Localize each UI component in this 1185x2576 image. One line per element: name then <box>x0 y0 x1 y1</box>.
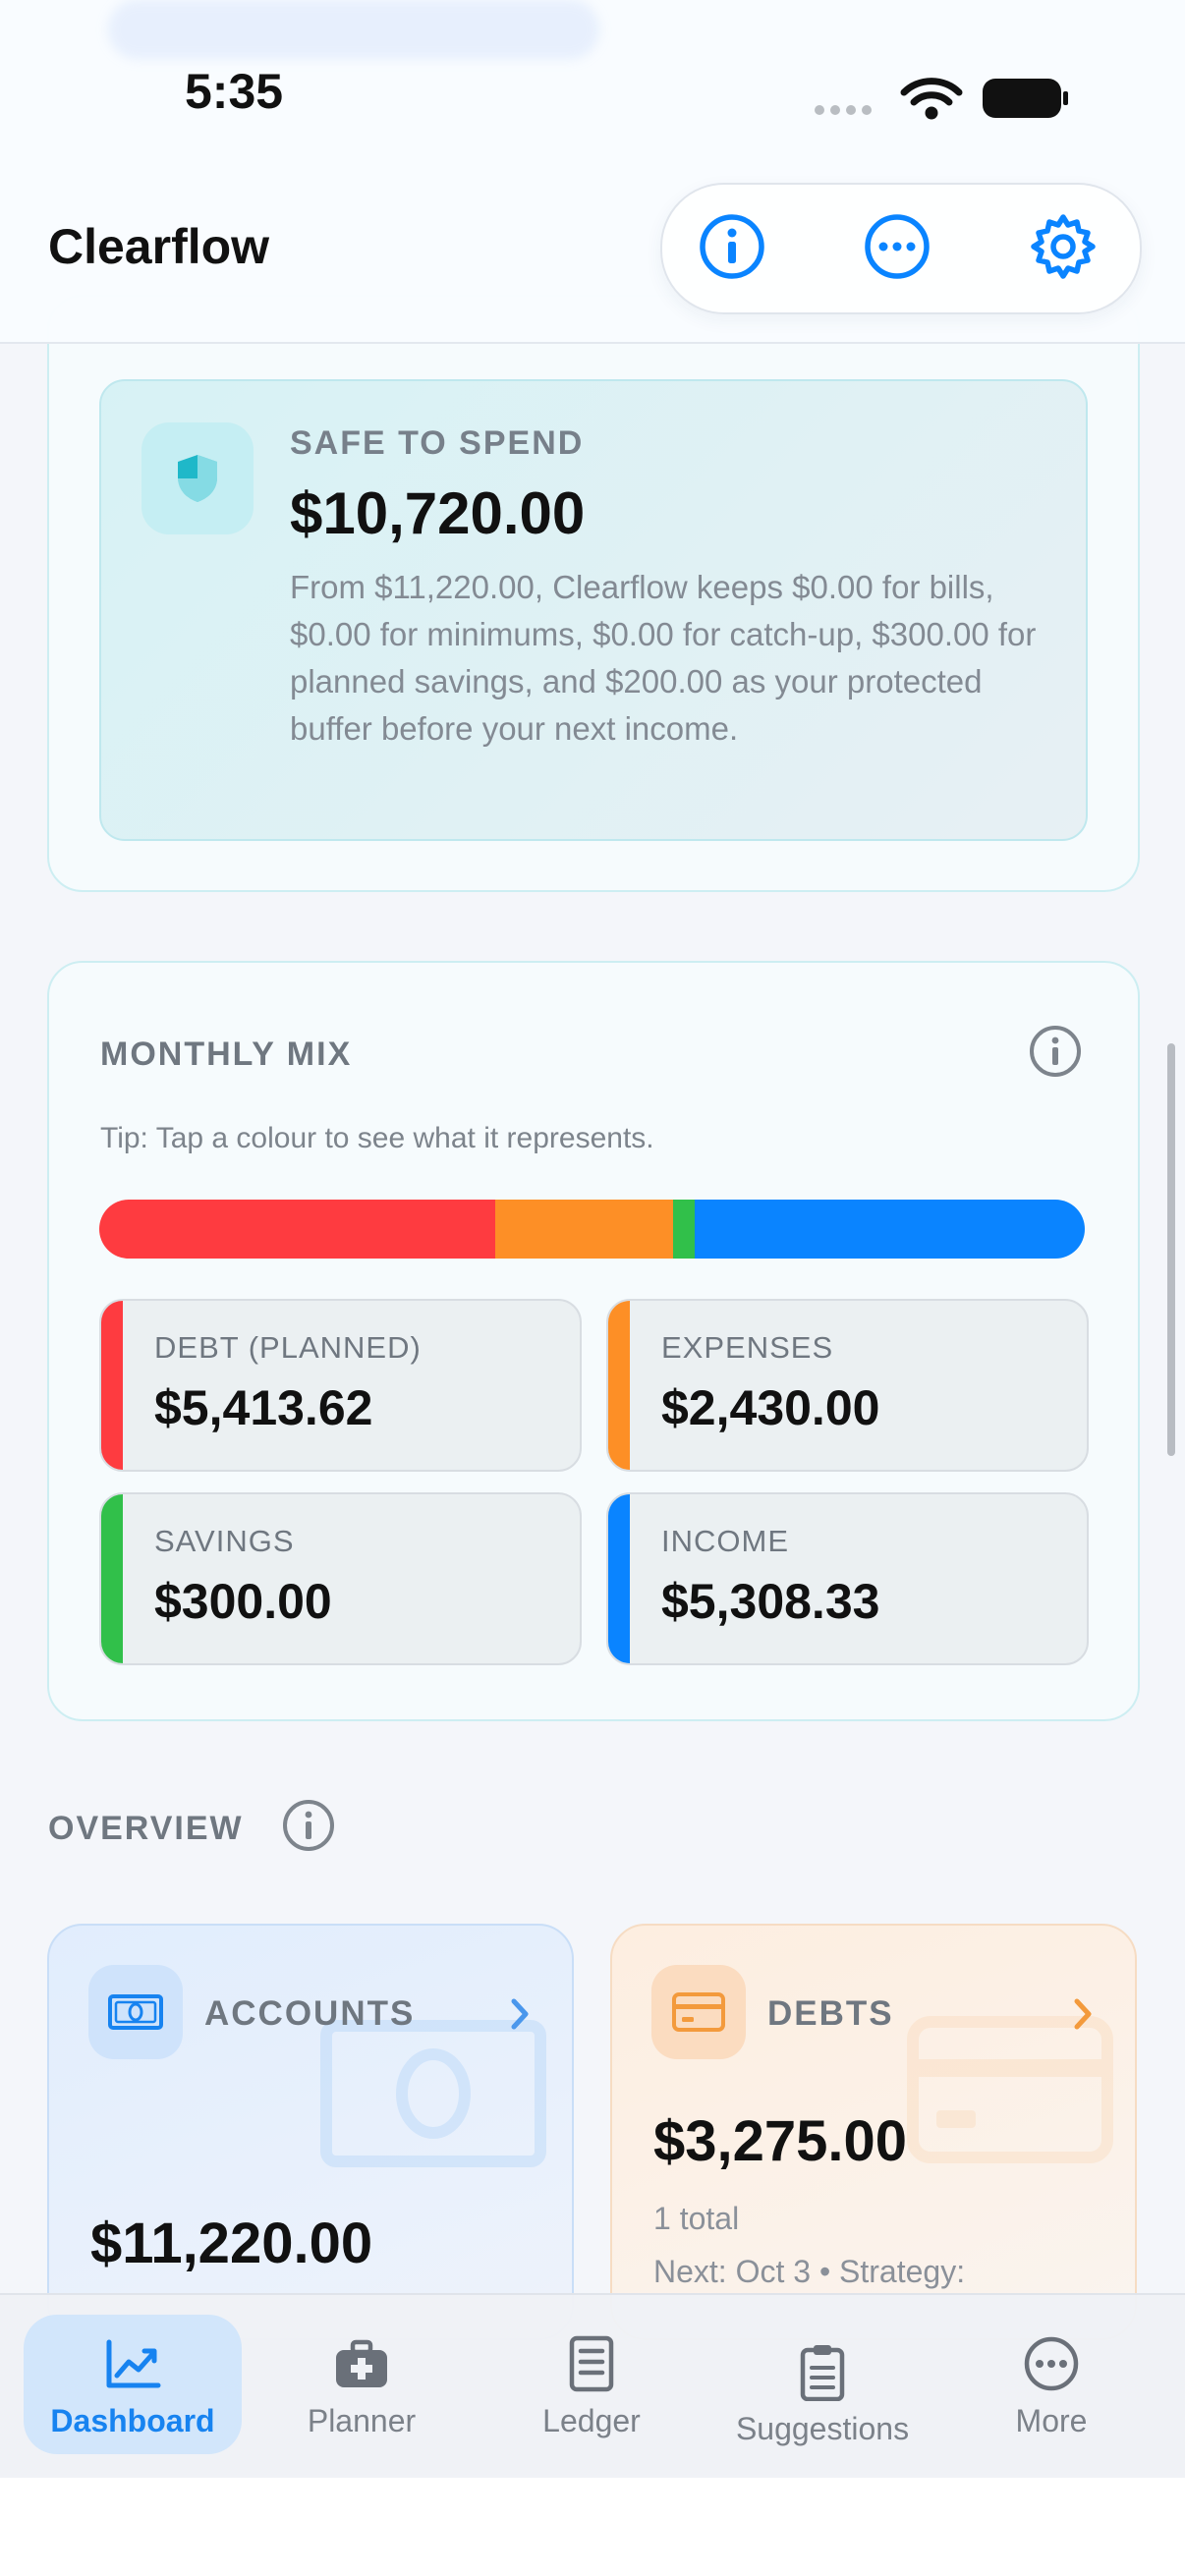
ellipsis-circle-icon <box>865 214 930 279</box>
expenses-color-stripe <box>608 1301 630 1470</box>
monthly-mix-title: MONTHLY MIX <box>100 1036 353 1073</box>
medical-kit-icon <box>336 2339 387 2387</box>
ellipsis-circle-icon <box>1024 2336 1079 2391</box>
expenses-tile[interactable]: EXPENSES $2,430.00 <box>606 1299 1089 1472</box>
safe-to-spend-description: From $11,220.00, Clearflow keeps $0.00 f… <box>290 569 1037 747</box>
income-tile[interactable]: INCOME $5,308.33 <box>606 1492 1089 1665</box>
tab-dashboard[interactable]: Dashboard <box>34 2321 231 2458</box>
mix-segment-expenses[interactable] <box>495 1200 673 1259</box>
expenses-tile-label: EXPENSES <box>661 1330 834 1365</box>
battery-icon <box>983 79 1068 118</box>
more-options-button[interactable] <box>858 207 936 286</box>
tab-planner[interactable]: Planner <box>263 2321 460 2458</box>
debts-card[interactable]: DEBTS $3,275.00 1 total Next: Oct 3 • St… <box>610 1924 1137 2340</box>
tab-dashboard-label: Dashboard <box>50 2403 215 2438</box>
tab-ledger-label: Ledger <box>542 2403 641 2438</box>
credit-card-watermark-icon <box>907 2016 1113 2168</box>
chevron-right-icon <box>1068 1996 1098 2032</box>
tab-ledger[interactable]: Ledger <box>493 2321 690 2458</box>
income-tile-label: INCOME <box>661 1524 789 1558</box>
debt-color-stripe <box>101 1301 123 1470</box>
income-color-stripe <box>608 1494 630 1663</box>
expenses-tile-value: $2,430.00 <box>661 1380 880 1435</box>
monthly-mix-tip: Tip: Tap a colour to see what it represe… <box>100 1122 654 1154</box>
tab-suggestions-label: Suggestions <box>735 2411 910 2446</box>
chart-line-icon <box>106 2339 161 2388</box>
debts-next-due: Next: Oct 3 • Strategy: <box>653 2254 966 2289</box>
settings-button[interactable] <box>1024 207 1102 286</box>
scroll-indicator[interactable] <box>1167 1043 1175 1456</box>
savings-tile[interactable]: SAVINGS $300.00 <box>99 1492 582 1665</box>
accounts-card[interactable]: ACCOUNTS $11,220.00 <box>47 1924 574 2340</box>
gear-icon <box>1031 214 1096 279</box>
savings-tile-label: SAVINGS <box>154 1524 295 1558</box>
savings-tile-value: $300.00 <box>154 1574 332 1629</box>
overview-section-label: OVERVIEW <box>48 1810 244 1847</box>
debts-count: 1 total <box>653 2201 740 2236</box>
tab-suggestions[interactable]: Suggestions <box>724 2328 921 2466</box>
wifi-icon <box>900 78 963 120</box>
status-icons <box>814 73 1069 122</box>
tab-more-label: More <box>1015 2403 1088 2438</box>
debts-card-title: DEBTS <box>767 1994 894 2033</box>
banknote-icon <box>88 1965 183 2059</box>
mix-segment-debt[interactable] <box>99 1200 496 1259</box>
income-tile-value: $5,308.33 <box>661 1574 880 1629</box>
tab-planner-label: Planner <box>307 2403 417 2438</box>
debt-tile-label: DEBT (PLANNED) <box>154 1330 422 1365</box>
clipboard-icon <box>800 2345 845 2401</box>
debts-total-amount: $3,275.00 <box>653 2109 908 2173</box>
banknote-watermark-icon <box>320 2020 546 2172</box>
ledger-icon <box>569 2335 614 2392</box>
safe-to-spend-label: SAFE TO SPEND <box>290 424 585 462</box>
tab-more[interactable]: More <box>953 2321 1150 2458</box>
debt-tile[interactable]: DEBT (PLANNED) $5,413.62 <box>99 1299 582 1472</box>
debt-tile-value: $5,413.62 <box>154 1380 373 1435</box>
monthly-mix-bar[interactable] <box>99 1200 1085 1259</box>
credit-card-icon <box>651 1965 746 2059</box>
status-time: 5:35 <box>185 64 284 119</box>
info-button[interactable] <box>693 207 771 286</box>
info-icon <box>700 214 764 279</box>
scrolled-content-blur <box>108 0 599 59</box>
savings-color-stripe <box>101 1494 123 1663</box>
chevron-right-icon <box>505 1996 535 2032</box>
app-title: Clearflow <box>48 219 270 274</box>
shield-icon <box>141 422 254 534</box>
accounts-total-amount: $11,220.00 <box>90 2212 373 2275</box>
safe-to-spend-amount: $10,720.00 <box>290 480 586 546</box>
accounts-card-title: ACCOUNTS <box>204 1994 416 2033</box>
mix-segment-savings[interactable] <box>672 1200 695 1259</box>
info-icon[interactable] <box>281 1798 336 1853</box>
mix-segment-income[interactable] <box>694 1200 1085 1259</box>
home-indicator-area <box>0 2478 1185 2576</box>
info-icon[interactable] <box>1028 1024 1083 1079</box>
